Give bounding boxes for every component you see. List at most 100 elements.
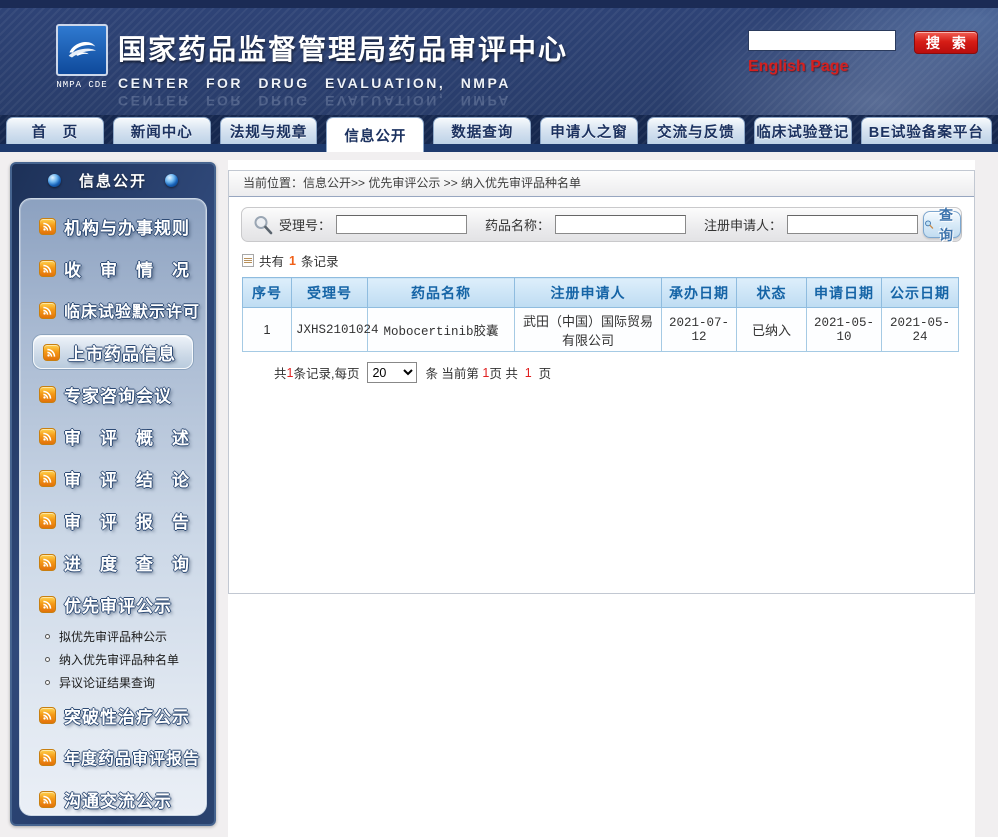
cell-applicant: 武田（中国）国际贸易有限公司 xyxy=(515,308,662,352)
tab-applicant-window[interactable]: 申请人之窗 xyxy=(540,117,638,144)
bullet-icon xyxy=(45,657,50,662)
sidebar-panel: 机构与办事规则 收 审 情 况 临床试验默示许可 上市药品信息 专家咨询会议 审 xyxy=(19,198,207,816)
sidebar-item-label: 专家咨询会议 xyxy=(64,382,172,407)
cell-acceptance-no: JXHS2101024 xyxy=(292,308,368,352)
search-icon xyxy=(252,214,274,236)
page-body: 信息公开 机构与办事规则 收 审 情 况 临床试验默示许可 上市药品信息 xyxy=(0,152,998,837)
cell-status: 已纳入 xyxy=(737,308,807,352)
sidebar-subitem-proposed-priority-review[interactable]: 拟优先审评品种公示 xyxy=(20,625,206,648)
tab-info-disclosure[interactable]: 信息公开 xyxy=(326,117,424,152)
sidebar-item-org-and-work-rules[interactable]: 机构与办事规则 xyxy=(20,205,206,247)
column-header-acceptance-no: 受理号 xyxy=(292,278,368,308)
tab-home[interactable]: 首 页 xyxy=(6,117,104,144)
sidebar-item-label: 年度药品审评报告 xyxy=(64,745,200,769)
site-title-block: 国家药品监督管理局药品审评中心 CENTER FOR DRUG EVALUATI… xyxy=(118,28,568,117)
sidebar-item-acceptance-review-status[interactable]: 收 审 情 况 xyxy=(20,247,206,289)
sidebar-subitem-included-priority-review-list[interactable]: 纳入优先审评品种名单 xyxy=(20,648,206,671)
sidebar-item-label: 上市药品信息 xyxy=(68,340,176,365)
logo-caption: NMPA CDE xyxy=(54,80,110,90)
content-box: 当前位置：信息公开>> 优先审评公示 >> 纳入优先审评品种名单 受理号： 药品… xyxy=(228,170,975,594)
bullet-icon xyxy=(45,680,50,685)
tab-clinical-trial-registry[interactable]: 临床试验登记 xyxy=(754,117,852,144)
tab-regulations[interactable]: 法规与规章 xyxy=(220,117,318,144)
orb-icon xyxy=(165,174,178,187)
breadcrumb: 当前位置：信息公开>> 优先审评公示 >> 纳入优先审评品种名单 xyxy=(229,171,974,197)
tab-communication-feedback[interactable]: 交流与反馈 xyxy=(647,117,745,144)
column-header-status: 状态 xyxy=(737,278,807,308)
site-header: NMPA CDE 国家药品监督管理局药品审评中心 CENTER FOR DRUG… xyxy=(0,8,998,115)
rss-icon xyxy=(39,749,56,766)
column-header-publicity-date: 公示日期 xyxy=(882,278,959,308)
sidebar-title: 信息公开 xyxy=(79,170,147,191)
cell-handle-date: 2021-07-12 xyxy=(662,308,737,352)
rss-icon xyxy=(39,428,56,445)
pagination-total-pages: 1 xyxy=(525,366,532,380)
sidebar-item-marketed-drug-info[interactable]: 上市药品信息 xyxy=(33,335,193,369)
tab-be-platform[interactable]: BE试验备案平台 xyxy=(861,117,992,144)
applicant-label: 注册申请人： xyxy=(704,215,782,234)
sidebar-item-review-conclusion[interactable]: 审 评 结 论 xyxy=(20,457,206,499)
tab-news-center[interactable]: 新闻中心 xyxy=(113,117,211,144)
pagination-current-page: 1 xyxy=(482,366,489,380)
record-count-suffix: 条记录 xyxy=(301,251,339,270)
acceptance-no-label: 受理号： xyxy=(279,215,331,234)
applicant-input[interactable] xyxy=(787,215,918,234)
rss-icon xyxy=(39,260,56,277)
pagination-text: 页 xyxy=(532,363,551,382)
sidebar-item-label: 突破性治疗公示 xyxy=(64,703,190,728)
rss-icon xyxy=(39,791,56,808)
sidebar-item-review-report[interactable]: 审 评 报 告 xyxy=(20,499,206,541)
sidebar-subitem-objection-result-query[interactable]: 异议论证结果查询 xyxy=(20,671,206,694)
column-header-drug-name: 药品名称 xyxy=(368,278,515,308)
sidebar-item-breakthrough-therapy-publicity[interactable]: 突破性治疗公示 xyxy=(20,694,206,736)
record-count-prefix: 共有 xyxy=(259,251,284,270)
bullet-icon xyxy=(45,634,50,639)
sidebar-item-priority-review-publicity[interactable]: 优先审评公示 xyxy=(20,583,206,625)
cell-publicity-date: 2021-05-24 xyxy=(882,308,959,352)
pagination: 共 1 条记录,每页 20 条 当前第 1 页 共 1 页 xyxy=(274,362,974,383)
english-page-link[interactable]: English Page xyxy=(748,58,848,76)
sidebar-item-annual-drug-review-report[interactable]: 年度药品审评报告 xyxy=(20,736,206,778)
cde-logo-icon xyxy=(56,24,108,76)
site-title-en: CENTER FOR DRUG EVALUATION, NMPA xyxy=(118,75,568,91)
table-header-row: 序号 受理号 药品名称 注册申请人 承办日期 状态 申请日期 公示日期 xyxy=(243,278,959,308)
cde-swoosh-icon xyxy=(62,30,102,70)
sidebar-item-review-overview[interactable]: 审 评 概 述 xyxy=(20,415,206,457)
search-panel: 受理号： 药品名称： 注册申请人： 查询 xyxy=(241,207,962,242)
site-title-cn: 国家药品监督管理局药品审评中心 xyxy=(118,28,568,68)
rss-icon xyxy=(39,470,56,487)
site-logo[interactable]: NMPA CDE xyxy=(54,24,110,90)
sidebar-item-expert-advisory-meeting[interactable]: 专家咨询会议 xyxy=(20,373,206,415)
page-size-select[interactable]: 20 xyxy=(367,362,417,383)
tab-data-query[interactable]: 数据查询 xyxy=(433,117,531,144)
acceptance-no-input[interactable] xyxy=(336,215,467,234)
drug-name-label: 药品名称： xyxy=(485,215,550,234)
column-header-apply-date: 申请日期 xyxy=(807,278,882,308)
sidebar-item-communication-exchange-publicity[interactable]: 沟通交流公示 xyxy=(20,778,206,816)
query-button[interactable]: 查询 xyxy=(923,211,961,238)
pagination-text: 共 xyxy=(274,363,287,382)
sidebar-item-progress-query[interactable]: 进 度 查 询 xyxy=(20,541,206,583)
pagination-text: 条记录,每页 xyxy=(293,363,359,382)
results-table: 序号 受理号 药品名称 注册申请人 承办日期 状态 申请日期 公示日期 1 JX… xyxy=(242,277,959,352)
sidebar-item-label: 进 度 查 询 xyxy=(64,550,190,575)
pagination-text: 页 共 xyxy=(489,363,524,382)
drug-name-input[interactable] xyxy=(555,215,686,234)
sidebar-item-label: 审 评 结 论 xyxy=(64,466,190,491)
pagination-text: 条 当前第 xyxy=(425,363,482,382)
sidebar-item-label: 沟通交流公示 xyxy=(64,787,172,812)
sidebar-item-clinical-trial-implied-license[interactable]: 临床试验默示许可 xyxy=(20,289,206,331)
top-strip xyxy=(0,0,998,8)
rss-icon xyxy=(43,344,60,361)
sidebar-subitem-label: 拟优先审评品种公示 xyxy=(59,628,167,645)
cell-apply-date: 2021-05-10 xyxy=(807,308,882,352)
header-search-button[interactable]: 搜 索 xyxy=(914,31,978,54)
sidebar-item-label: 收 审 情 况 xyxy=(64,256,190,281)
sidebar-item-label: 机构与办事规则 xyxy=(64,214,190,239)
query-search-icon xyxy=(924,217,934,232)
table-row[interactable]: 1 JXHS2101024 Mobocertinib胶囊 武田（中国）国际贸易有… xyxy=(243,308,959,352)
sidebar-item-label: 审 评 概 述 xyxy=(64,424,190,449)
header-search-input[interactable] xyxy=(748,30,896,51)
sidebar: 信息公开 机构与办事规则 收 审 情 况 临床试验默示许可 上市药品信息 xyxy=(10,162,216,826)
rss-icon xyxy=(39,512,56,529)
